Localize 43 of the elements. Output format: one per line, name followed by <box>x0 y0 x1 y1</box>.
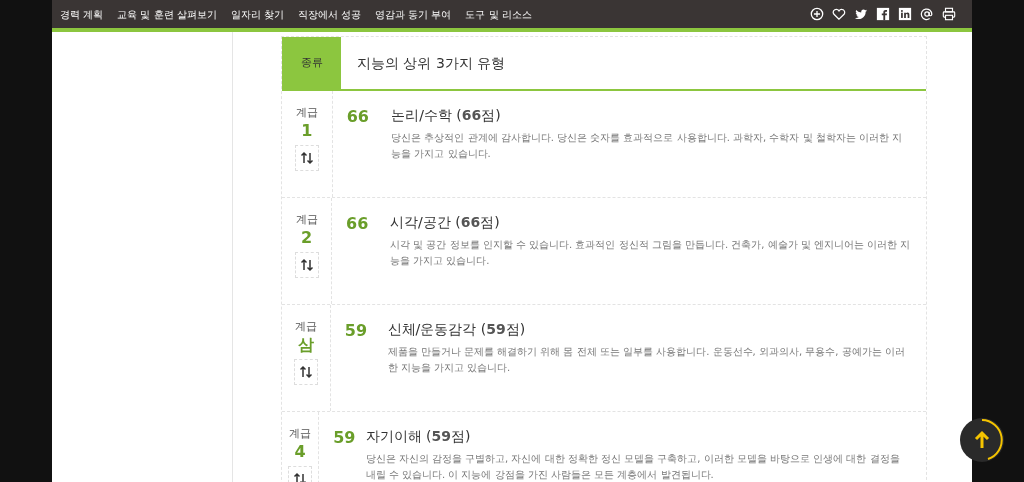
score-value: 59 <box>332 427 357 449</box>
nav-link[interactable]: 도구 및 리소스 <box>465 6 532 22</box>
intelligence-description: 제품을 만들거나 문제를 해결하기 위해 몸 전체 또는 일부를 사용합니다. 운동선수, 외과의사, 무용수, 공예가는 이러한 지능을 가지고 있습니다. <box>387 345 906 375</box>
sort-icon <box>299 151 314 166</box>
column-header: 종류 <box>300 54 323 71</box>
intelligence-title: 시각/공간 (66점) <box>390 213 501 232</box>
rank-label: 계급 <box>294 319 317 335</box>
print-icon[interactable] <box>942 7 956 21</box>
rank-value: 1 <box>301 121 313 140</box>
bird-icon[interactable] <box>854 7 868 21</box>
score-value: 66 <box>345 213 370 235</box>
sort-icon <box>298 365 313 380</box>
intelligence-title: 논리/수학 (66점) <box>391 106 502 125</box>
sort-button[interactable] <box>294 252 319 279</box>
nav-link[interactable]: 영감과 동기 부여 <box>375 6 452 22</box>
back-to-top-button[interactable] <box>960 418 1004 462</box>
nav-link[interactable]: 경력 계획 <box>60 6 104 22</box>
sort-button[interactable] <box>294 145 319 172</box>
add-icon[interactable] <box>810 7 824 21</box>
rank-value: 삼 <box>297 335 314 354</box>
heart-icon[interactable] <box>832 7 846 21</box>
intelligence-title: 자기이해 (59점) <box>365 427 472 446</box>
nav-link[interactable]: 직장에서 성공 <box>297 6 362 22</box>
intelligence-description: 시각 및 공간 정보를 인지할 수 있습니다. 효과적인 정신적 그림을 만듭니다. 건축가, 예술가 및 엔지니어는 이러한 지능을 가지고 있습니다. <box>390 238 912 268</box>
sort-button[interactable] <box>293 359 318 386</box>
facebook-icon[interactable] <box>876 7 890 21</box>
rank-label: 계급 <box>295 212 318 228</box>
at-sign-icon[interactable] <box>920 7 934 21</box>
table-title: 지능의 상위 3가지 유형 <box>357 53 506 73</box>
intelligence-description: 당신은 추상적인 관계에 감사합니다. 당신은 숫자를 효과적으로 사용합니다. 과학자, 수학자 및 철학자는 이러한 지능을 가지고 있습니다. <box>391 131 904 161</box>
rank-label: 계급 <box>295 105 318 121</box>
sort-icon <box>299 258 314 273</box>
linkedin-icon[interactable] <box>898 7 912 21</box>
nav-link[interactable]: 교육 및 훈련 살펴보기 <box>117 6 217 22</box>
sort-icon <box>293 472 308 482</box>
nav-link[interactable]: 일자리 찾기 <box>230 6 284 22</box>
intelligence-description: 당신은 자신의 감정을 구별하고, 자신에 대한 정확한 정신 모델을 구축하고, 이러한 모델을 바탕으로 인생에 대한 결정을 내릴 수 있습니다. 이 지능에 강점을 가진 사람들은 모든 계층에서 발견됩니다. <box>365 452 901 482</box>
rank-label: 계급 <box>289 426 312 442</box>
score-value: 66 <box>345 106 370 128</box>
rank-value: 4 <box>294 442 306 461</box>
rank-value: 2 <box>300 228 313 247</box>
intelligence-title: 신체/운동감각 (59점) <box>387 320 527 339</box>
score-value: 59 <box>343 320 368 342</box>
